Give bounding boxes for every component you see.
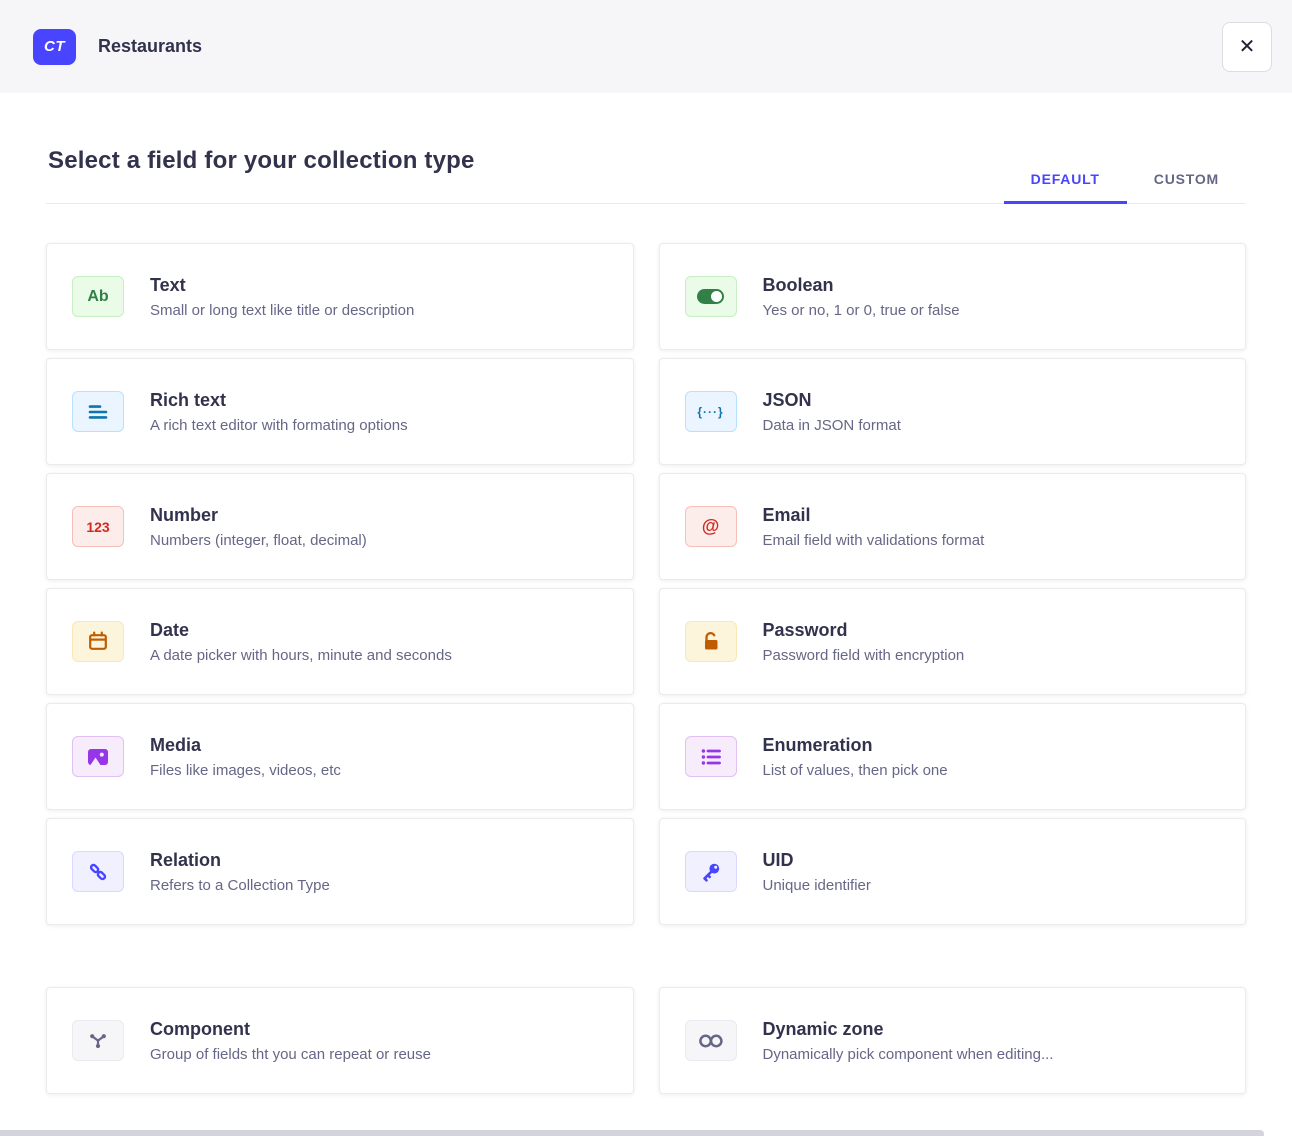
field-card-password[interactable]: Password Password field with encryption <box>659 588 1247 695</box>
field-card-text[interactable]: Ab Text Small or long text like title or… <box>46 243 634 350</box>
field-description: Dynamically pick component when editing.… <box>763 1046 1054 1063</box>
tab-custom[interactable]: CUSTOM <box>1127 171 1246 203</box>
lock-icon <box>685 621 737 662</box>
field-title: Number <box>150 505 367 526</box>
field-card-richtext[interactable]: Rich text A rich text editor with format… <box>46 358 634 465</box>
field-title: Date <box>150 620 452 641</box>
field-title: UID <box>763 850 871 871</box>
field-description: List of values, then pick one <box>763 762 948 779</box>
field-title: JSON <box>763 390 901 411</box>
footer-edge <box>0 1130 1264 1136</box>
key-icon <box>685 851 737 892</box>
field-description: Group of fields tht you can repeat or re… <box>150 1046 431 1063</box>
field-title: Component <box>150 1019 431 1040</box>
tab-bar: DEFAULT CUSTOM <box>1004 171 1246 203</box>
calendar-icon <box>72 621 124 662</box>
field-card-json[interactable]: {···} JSON Data in JSON format <box>659 358 1247 465</box>
field-description: Password field with encryption <box>763 647 965 664</box>
page-title: Select a field for your collection type <box>48 147 475 175</box>
field-card-dynamiczone[interactable]: Dynamic zone Dynamically pick component … <box>659 987 1247 1094</box>
infinity-icon <box>685 1020 737 1061</box>
field-card-relation[interactable]: Relation Refers to a Collection Type <box>46 818 634 925</box>
field-title: Text <box>150 275 414 296</box>
field-card-media[interactable]: Media Files like images, videos, etc <box>46 703 634 810</box>
picture-icon <box>72 736 124 777</box>
field-description: Small or long text like title or descrip… <box>150 302 414 319</box>
tab-default[interactable]: DEFAULT <box>1004 171 1127 204</box>
field-description: Refers to a Collection Type <box>150 877 330 894</box>
collection-name-title: Restaurants <box>98 36 202 57</box>
close-button[interactable]: ✕ <box>1222 22 1272 72</box>
branch-nodes-icon <box>72 1020 124 1061</box>
field-title: Dynamic zone <box>763 1019 1054 1040</box>
field-description: Data in JSON format <box>763 417 901 434</box>
field-title: Rich text <box>150 390 408 411</box>
field-card-email[interactable]: @ Email Email field with validations for… <box>659 473 1247 580</box>
field-description: Email field with validations format <box>763 532 985 549</box>
field-title: Enumeration <box>763 735 948 756</box>
ab-text-icon: Ab <box>72 276 124 317</box>
field-card-number[interactable]: 123 Number Numbers (integer, float, deci… <box>46 473 634 580</box>
field-title: Email <box>763 505 985 526</box>
field-title: Password <box>763 620 965 641</box>
modal-header: CT Restaurants ✕ <box>0 0 1292 93</box>
heading-row: Select a field for your collection type … <box>46 147 1246 204</box>
braces-icon: {···} <box>685 391 737 432</box>
field-card-boolean[interactable]: Boolean Yes or no, 1 or 0, true or false <box>659 243 1247 350</box>
text-lines-icon <box>72 391 124 432</box>
field-title: Relation <box>150 850 330 871</box>
field-card-enumeration[interactable]: Enumeration List of values, then pick on… <box>659 703 1247 810</box>
field-grid: Ab Text Small or long text like title or… <box>46 243 1246 925</box>
modal-body: Select a field for your collection type … <box>0 147 1292 1094</box>
field-card-date[interactable]: Date A date picker with hours, minute an… <box>46 588 634 695</box>
special-field-grid: Component Group of fields tht you can re… <box>46 987 1246 1094</box>
chain-links-icon <box>72 851 124 892</box>
field-card-uid[interactable]: UID Unique identifier <box>659 818 1247 925</box>
123-icon: 123 <box>72 506 124 547</box>
field-title: Boolean <box>763 275 960 296</box>
content-type-badge: CT <box>33 29 76 65</box>
field-description: Yes or no, 1 or 0, true or false <box>763 302 960 319</box>
field-card-component[interactable]: Component Group of fields tht you can re… <box>46 987 634 1094</box>
toggle-icon <box>685 276 737 317</box>
close-icon: ✕ <box>1239 37 1256 57</box>
field-title: Media <box>150 735 341 756</box>
field-description: Files like images, videos, etc <box>150 762 341 779</box>
at-sign-icon: @ <box>685 506 737 547</box>
field-description: Unique identifier <box>763 877 871 894</box>
bullet-list-icon <box>685 736 737 777</box>
field-description: A rich text editor with formating option… <box>150 417 408 434</box>
field-description: Numbers (integer, float, decimal) <box>150 532 367 549</box>
field-description: A date picker with hours, minute and sec… <box>150 647 452 664</box>
